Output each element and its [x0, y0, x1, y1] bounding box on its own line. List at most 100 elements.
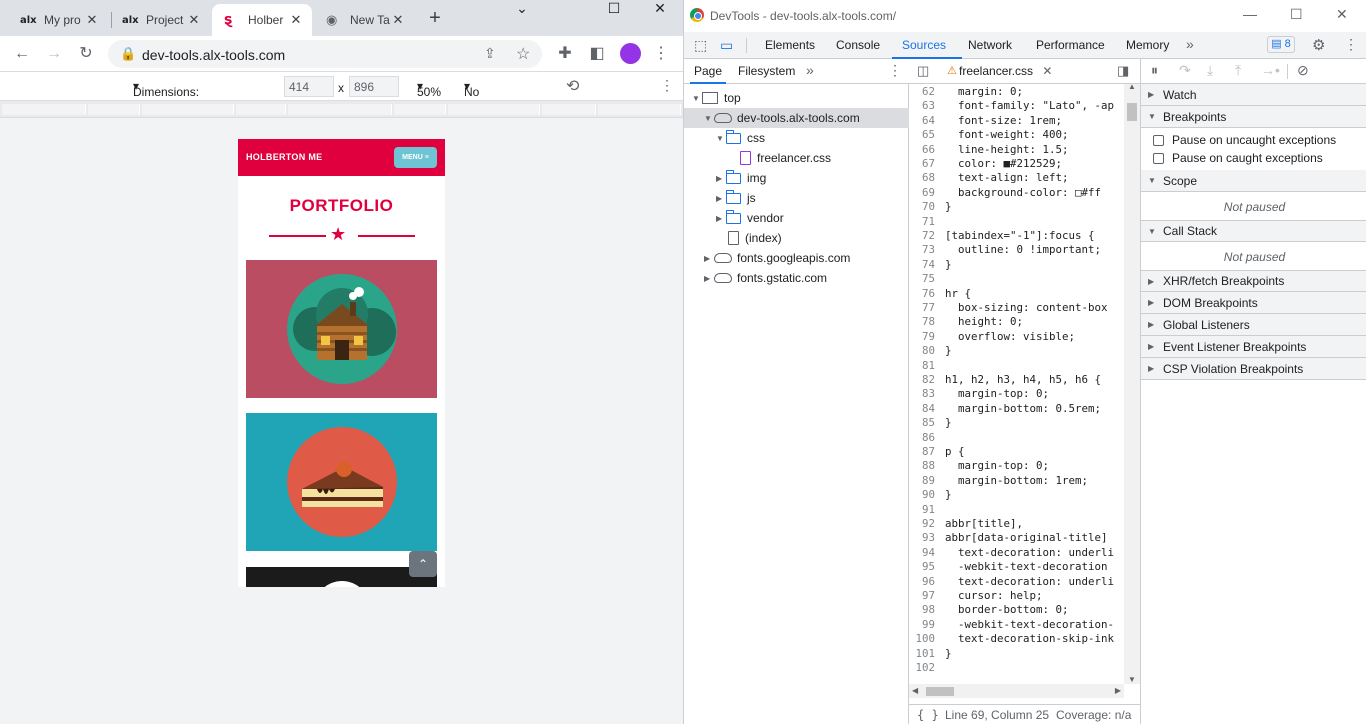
- rotate-icon[interactable]: ⟲: [566, 76, 579, 96]
- code-text[interactable]: height: 0;: [945, 315, 1023, 328]
- section-global-listeners[interactable]: ▶ Global Listeners: [1141, 314, 1366, 336]
- line-number[interactable]: 76: [909, 287, 945, 301]
- line-number[interactable]: 64: [909, 114, 945, 128]
- code-text[interactable]: font-size: 1rem;: [945, 114, 1062, 127]
- line-number[interactable]: 65: [909, 128, 945, 142]
- issues-badge[interactable]: ▤ 8: [1267, 36, 1295, 53]
- toggle-debugger-icon[interactable]: ◨: [1117, 63, 1129, 79]
- line-number[interactable]: 87: [909, 445, 945, 459]
- code-line[interactable]: 88 margin-top: 0;: [909, 459, 1124, 473]
- code-line[interactable]: 86: [909, 431, 1124, 445]
- code-line[interactable]: 70}: [909, 200, 1124, 214]
- media-query-segment[interactable]: [394, 104, 446, 115]
- code-text[interactable]: text-decoration: underli: [945, 546, 1114, 559]
- code-line[interactable]: 81: [909, 359, 1124, 373]
- line-number[interactable]: 94: [909, 546, 945, 560]
- new-tab-button[interactable]: +: [424, 7, 446, 29]
- tree-item-img[interactable]: ▶ img: [684, 168, 909, 188]
- vertical-scroll-thumb[interactable]: [1127, 103, 1137, 121]
- maximize-icon[interactable]: ☐: [1290, 6, 1303, 23]
- code-text[interactable]: p {: [945, 445, 965, 458]
- expand-arrow-icon[interactable]: ▶: [704, 274, 714, 283]
- code-text[interactable]: cursor: help;: [945, 589, 1043, 602]
- line-number[interactable]: 95: [909, 560, 945, 574]
- line-number[interactable]: 102: [909, 661, 945, 675]
- line-number[interactable]: 91: [909, 503, 945, 517]
- address-bar[interactable]: 🔒 dev-tools.alx-tools.com ⇪ ☆: [108, 40, 542, 68]
- tab-new-tab[interactable]: ◉ New Ta ✕: [314, 4, 414, 36]
- code-text[interactable]: box-sizing: content-box: [945, 301, 1108, 314]
- tab-holberton[interactable]: ȿ Holber ✕: [212, 4, 312, 36]
- close-tab-icon[interactable]: ✕: [84, 12, 100, 28]
- code-line[interactable]: 79 overflow: visible;: [909, 330, 1124, 344]
- line-number[interactable]: 68: [909, 171, 945, 185]
- expand-arrow-icon[interactable]: ▼: [716, 134, 726, 143]
- code-line[interactable]: 84 margin-bottom: 0.5rem;: [909, 402, 1124, 416]
- section-dom-breakpoints[interactable]: ▶ DOM Breakpoints: [1141, 292, 1366, 314]
- code-text[interactable]: background-color: □#ff: [945, 186, 1101, 199]
- code-text[interactable]: }: [945, 488, 952, 501]
- line-number[interactable]: 101: [909, 647, 945, 661]
- line-number[interactable]: 88: [909, 459, 945, 473]
- scroll-up-icon[interactable]: ▲: [1128, 82, 1136, 91]
- section-call-stack[interactable]: ▼ Call Stack: [1141, 220, 1366, 242]
- tab-filesystem[interactable]: Filesystem: [738, 64, 795, 78]
- pause-caught-checkbox[interactable]: Pause on caught exceptions: [1153, 151, 1323, 165]
- expand-arrow-icon[interactable]: ▶: [716, 174, 726, 183]
- forward-icon[interactable]: →: [42, 42, 66, 66]
- share-icon[interactable]: ⇪: [484, 45, 496, 62]
- media-query-segment[interactable]: [142, 104, 234, 115]
- site-brand[interactable]: HOLBERTON ME: [246, 152, 322, 162]
- close-tab-icon[interactable]: ✕: [186, 12, 202, 28]
- device-more-icon[interactable]: ⋮: [660, 77, 674, 94]
- code-line[interactable]: 94 text-decoration: underli: [909, 546, 1124, 560]
- line-number[interactable]: 63: [909, 99, 945, 113]
- code-text[interactable]: }: [945, 416, 952, 429]
- code-text[interactable]: border-bottom: 0;: [945, 603, 1069, 616]
- code-text[interactable]: line-height: 1.5;: [945, 143, 1069, 156]
- code-text[interactable]: text-align: left;: [945, 171, 1069, 184]
- code-line[interactable]: 68 text-align: left;: [909, 171, 1124, 185]
- tab-memory[interactable]: Memory: [1126, 38, 1169, 52]
- expand-arrow-icon[interactable]: ▶: [704, 254, 714, 263]
- code-line[interactable]: 87 p {: [909, 445, 1124, 459]
- code-text[interactable]: h1, h2, h3, h4, h5, h6 {: [945, 373, 1101, 386]
- code-line[interactable]: 65 font-weight: 400;: [909, 128, 1124, 142]
- code-line[interactable]: 83 margin-top: 0;: [909, 387, 1124, 401]
- code-text[interactable]: margin-top: 0;: [945, 459, 1049, 472]
- device-toggle-icon[interactable]: ▭: [720, 37, 733, 54]
- customize-menu-icon[interactable]: ⋮: [1344, 36, 1358, 53]
- tree-item-vendor[interactable]: ▶ vendor: [684, 208, 909, 228]
- minimize-icon[interactable]: —: [1243, 6, 1257, 22]
- line-number[interactable]: 80: [909, 344, 945, 358]
- code-line[interactable]: 96 text-decoration: underli: [909, 575, 1124, 589]
- code-line[interactable]: 74}: [909, 258, 1124, 272]
- checkbox-box[interactable]: [1153, 152, 1164, 164]
- close-tab-icon[interactable]: ✕: [288, 12, 304, 28]
- reload-icon[interactable]: ↻: [74, 42, 98, 66]
- tree-item-index[interactable]: (index): [684, 228, 909, 248]
- line-number[interactable]: 99: [909, 618, 945, 632]
- deactivate-breakpoints-icon[interactable]: ⊘: [1297, 62, 1309, 79]
- menu-button[interactable]: MENU ≡: [394, 147, 437, 168]
- code-text[interactable]: hr {: [945, 287, 971, 300]
- tab-console[interactable]: Console: [836, 38, 880, 52]
- line-number[interactable]: 73: [909, 243, 945, 257]
- code-line[interactable]: 62 margin: 0;: [909, 85, 1124, 99]
- line-number[interactable]: 78: [909, 315, 945, 329]
- code-text[interactable]: }: [945, 344, 952, 357]
- code-text[interactable]: text-decoration: underli: [945, 575, 1114, 588]
- tab-sources[interactable]: Sources: [902, 38, 946, 52]
- code-line[interactable]: 98 border-bottom: 0;: [909, 603, 1124, 617]
- portfolio-item-cake[interactable]: [246, 413, 437, 551]
- close-tab-icon[interactable]: ✕: [1042, 64, 1052, 78]
- code-line[interactable]: 99 -webkit-text-decoration-: [909, 618, 1124, 632]
- code-text[interactable]: [tabindex="-1"]:focus {: [945, 229, 1095, 242]
- toggle-navigator-icon[interactable]: ◫: [917, 63, 929, 79]
- code-line[interactable]: 90}: [909, 488, 1124, 502]
- editor-tab-freelancer-css[interactable]: ⚠ freelancer.css ✕: [943, 59, 1052, 84]
- step-over-icon[interactable]: ↷: [1179, 62, 1191, 79]
- code-text[interactable]: }: [945, 647, 952, 660]
- line-number[interactable]: 72: [909, 229, 945, 243]
- line-number[interactable]: 100: [909, 632, 945, 646]
